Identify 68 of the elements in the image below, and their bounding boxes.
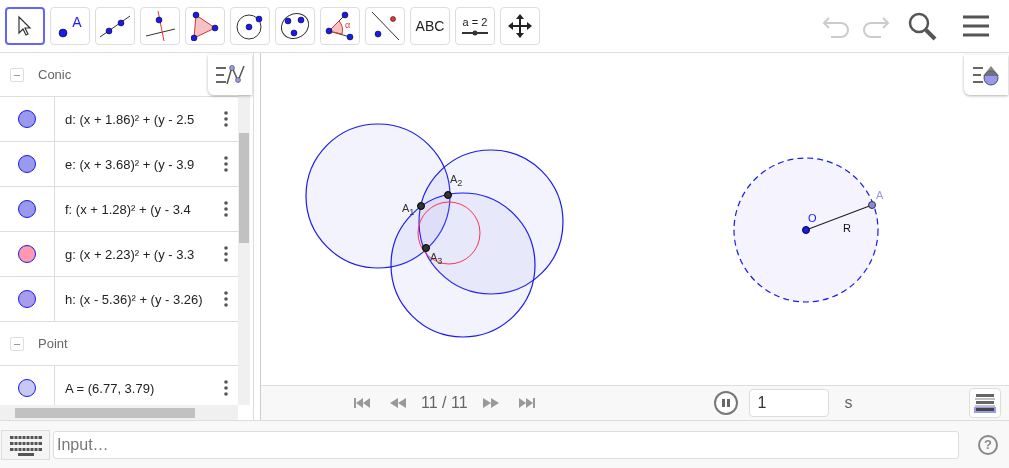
step-back-icon[interactable] <box>389 397 407 409</box>
point-label: A$_{2}$ <box>450 173 463 189</box>
group-header: Point <box>38 336 68 351</box>
step-field[interactable]: 1 <box>748 389 829 417</box>
more-options-icon[interactable] <box>224 111 228 127</box>
skip-to-end-icon[interactable] <box>517 397 536 409</box>
more-options-icon[interactable] <box>224 291 228 307</box>
graphics-style-button[interactable] <box>964 55 1008 95</box>
visibility-toggle[interactable] <box>18 290 36 308</box>
visibility-toggle[interactable] <box>18 379 36 397</box>
horizontal-scrollbar[interactable] <box>0 405 238 420</box>
intersection-point <box>417 202 425 210</box>
algebra-entry[interactable]: f: (x + 1.28)² + (y - 3.4 <box>55 201 224 217</box>
line-through-points-icon <box>99 13 131 39</box>
algebra-description-icon <box>973 392 997 414</box>
algebra-entry[interactable]: A = (6.77, 3.79) <box>55 380 224 396</box>
visibility-toggle[interactable] <box>18 200 36 218</box>
tool-button[interactable]: a = 2 <box>455 7 495 45</box>
more-options-icon[interactable] <box>224 156 228 172</box>
point-tool-drawing: A <box>58 14 82 38</box>
segment-label: R <box>843 222 851 234</box>
point-label: O <box>808 212 817 224</box>
visibility-toggle[interactable] <box>18 155 36 173</box>
algebra-entry[interactable]: h: (x - 5.36)² + (y - 3.26) <box>55 291 224 307</box>
skip-to-start-icon[interactable] <box>353 397 371 409</box>
free-point <box>868 201 876 209</box>
search-icon[interactable] <box>907 11 937 41</box>
intersection-point <box>444 191 452 199</box>
circle-with-center-icon <box>235 11 265 41</box>
tool-button[interactable]: ABC <box>410 7 450 45</box>
text-tool-label: ABC <box>415 18 445 34</box>
point-label: A <box>876 189 884 201</box>
pause-icon <box>720 398 731 408</box>
graph-style-icon <box>214 63 246 87</box>
visibility-toggle[interactable] <box>18 245 36 263</box>
ellipse-icon <box>279 11 311 41</box>
point-label: A$_{3}$ <box>430 251 443 267</box>
keyboard-button[interactable] <box>1 429 50 460</box>
slider-tool-drawing: a = 2 <box>461 16 489 36</box>
center-point <box>802 226 810 234</box>
tool-button[interactable] <box>5 7 45 45</box>
triangle-icon <box>191 11 219 41</box>
visibility-toggle[interactable] <box>18 110 36 128</box>
algebra-entry[interactable]: g: (x + 2.23)² + (y - 3.3 <box>55 246 224 262</box>
collapse-toggle[interactable] <box>10 67 24 82</box>
perpendicular-line-icon <box>144 10 176 42</box>
algebra-entry[interactable]: d: (x + 1.86)² + (y - 2.5 <box>55 111 224 127</box>
step-forward-icon[interactable] <box>481 397 500 409</box>
more-options-icon[interactable] <box>224 380 228 396</box>
collapse-toggle[interactable] <box>10 336 24 351</box>
menu-icon[interactable] <box>961 14 991 38</box>
algebra-entry[interactable]: e: (x + 3.68)² + (y - 3.9 <box>55 156 224 172</box>
reflect-point-icon <box>369 10 401 42</box>
intersection-point <box>422 244 430 252</box>
group-header: Conic <box>38 67 72 82</box>
vertical-scrollbar[interactable] <box>238 93 250 405</box>
move-arrows-icon <box>507 13 533 39</box>
more-options-icon[interactable] <box>224 246 228 262</box>
algebra-style-button[interactable] <box>208 55 252 95</box>
algebra-descriptions-button[interactable] <box>969 388 1001 418</box>
unit-label: s <box>844 394 853 412</box>
pause-button[interactable] <box>713 391 738 415</box>
tool-button[interactable]: A <box>50 7 90 45</box>
input-field[interactable]: Input… <box>53 430 959 459</box>
point-label: A$_{1}$ <box>402 202 415 218</box>
more-options-icon[interactable] <box>224 201 228 217</box>
arrow-cursor-icon <box>17 15 33 37</box>
step-counter: 11 / 11 <box>421 394 468 412</box>
